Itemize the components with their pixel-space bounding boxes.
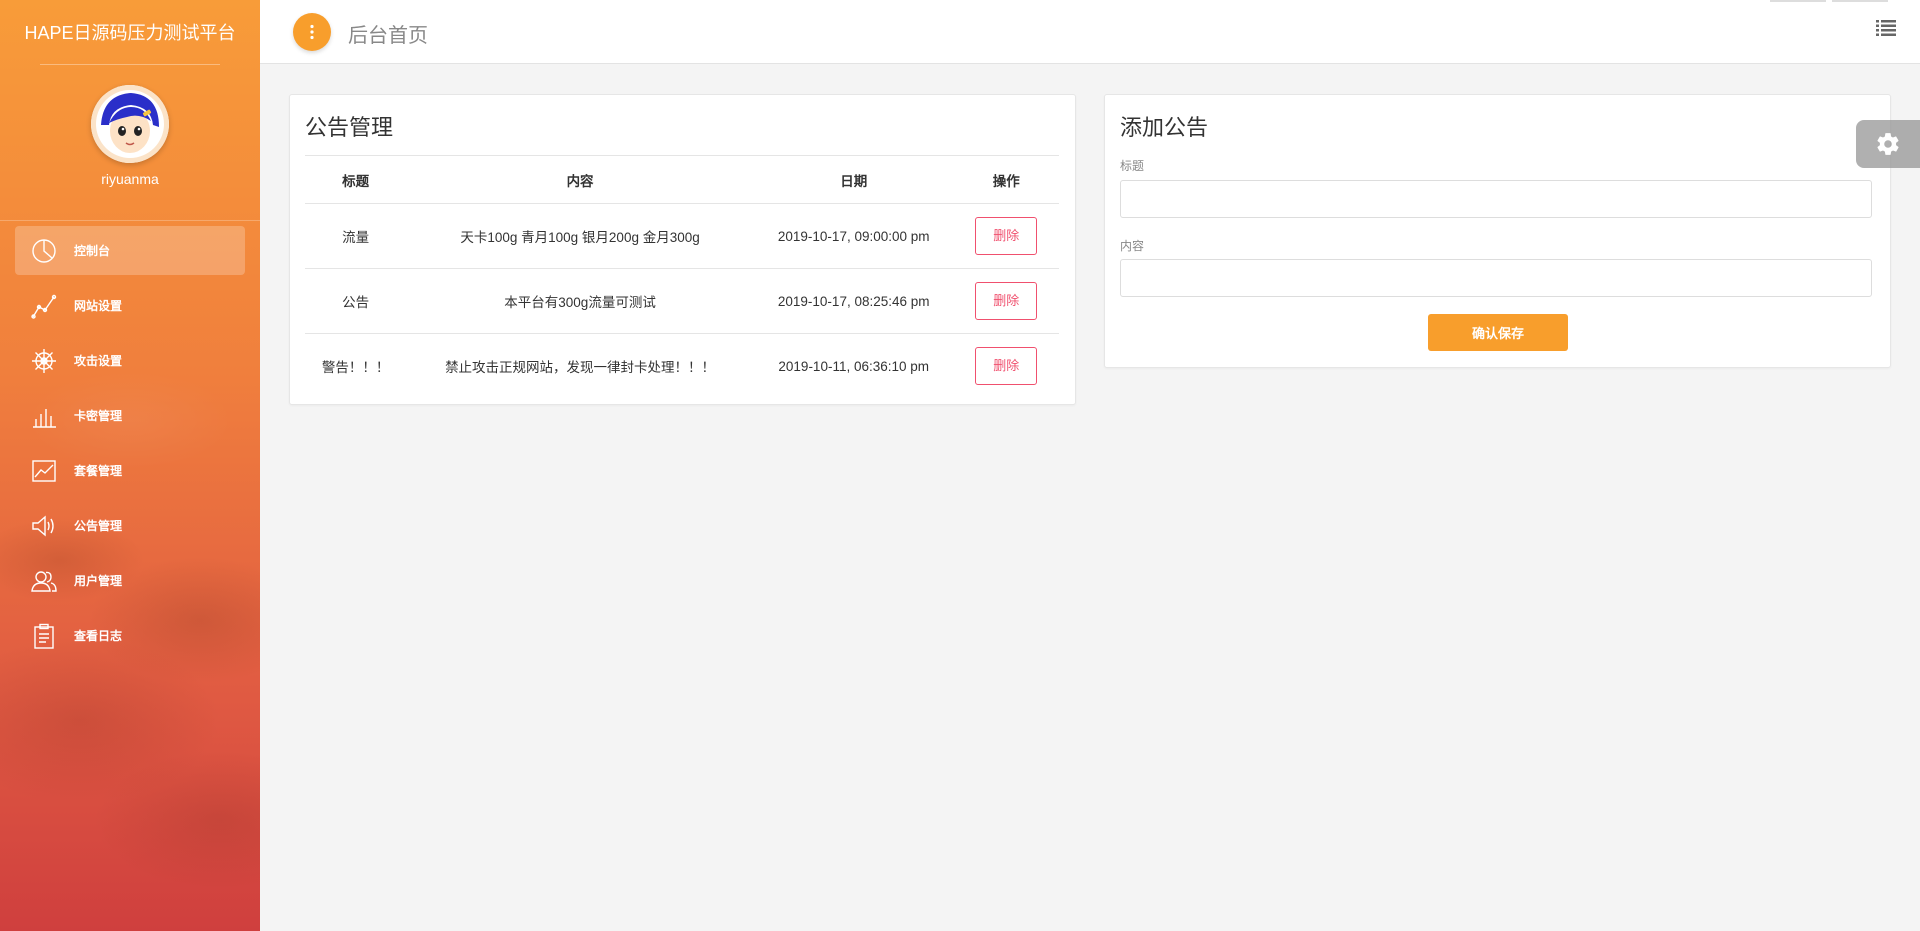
panel-title: 公告管理 — [305, 115, 394, 140]
divider — [0, 220, 260, 221]
action-cell: 删除 — [953, 268, 1059, 334]
area-chart-icon — [30, 457, 58, 485]
app-logo[interactable]: HAPE日源码压力测试平台 — [0, 0, 260, 64]
sidebar-item-notice-management[interactable]: 公告管理 — [15, 501, 245, 550]
table-header-row: 标题 内容 日期 操作 — [305, 155, 1059, 204]
column-header-title: 标题 — [305, 155, 407, 204]
sidebar-item-package-management[interactable]: 套餐管理 — [15, 446, 245, 495]
notice-table: 标题 内容 日期 操作 流量 天卡100g 青月100g 银月200g 金月30… — [305, 155, 1059, 398]
content-field-label: 内容 — [1120, 239, 1145, 253]
save-button[interactable]: 确认保存 — [1428, 314, 1568, 351]
sidebar-item-label: 查看日志 — [74, 629, 123, 643]
sidebar-item-label: 公告管理 — [74, 519, 123, 533]
bar-chart-icon — [30, 402, 58, 430]
sidebar-item-label: 用户管理 — [74, 574, 123, 588]
sidebar-item-site-settings[interactable]: 网站设置 — [15, 281, 245, 330]
action-cell: 删除 — [953, 203, 1059, 269]
sidebar-item-user-management[interactable]: 用户管理 — [15, 556, 245, 605]
add-notice-panel: 添加公告 标题 内容 确认保存 — [1104, 94, 1891, 368]
notice-content: 本平台有300g流量可测试 — [406, 268, 754, 334]
header-tab-indicator — [1770, 0, 1826, 2]
notice-content: 禁止攻击正规网站，发现一律封卡处理！！！ — [445, 360, 716, 375]
sidebar-item-label: 控制台 — [74, 244, 111, 258]
sidebar-nav: 控制台 网站设置 攻击设置 卡密管理 套餐管理 公告管理 用户管理 查看日志 — [0, 226, 260, 666]
notice-management-panel: 公告管理 标题 内容 日期 操作 流量 天卡100g 青月100g 银月200g… — [289, 94, 1076, 405]
sidebar-item-card-management[interactable]: 卡密管理 — [15, 391, 245, 440]
notice-date: 2019-10-17, 09:00:00 pm — [753, 203, 954, 269]
notice-date: 2019-10-11, 06:36:10 pm — [778, 358, 930, 374]
action-cell: 删除 — [954, 334, 1059, 399]
panel-title: 添加公告 — [1120, 115, 1209, 140]
notice-title: 警告！！！ — [321, 360, 390, 375]
delete-button[interactable]: 删除 — [975, 217, 1038, 255]
delete-button[interactable]: 删除 — [975, 347, 1038, 385]
column-header-date: 日期 — [753, 155, 954, 204]
sidebar-item-dashboard[interactable]: 控制台 — [15, 226, 245, 275]
table-row: 公告 本平台有300g流量可测试 2019-10-17, 08:25:46 pm… — [305, 268, 1059, 334]
sidebar-item-attack-settings[interactable]: 攻击设置 — [15, 336, 245, 385]
delete-button[interactable]: 删除 — [975, 282, 1038, 320]
list-icon[interactable] — [1876, 20, 1896, 41]
sidebar-item-label: 卡密管理 — [74, 409, 123, 423]
avatar[interactable] — [91, 85, 169, 163]
notice-date: 2019-10-17, 08:25:46 pm — [753, 268, 954, 334]
users-icon — [30, 567, 58, 595]
sidebar: HAPE日源码压力测试平台 riyuanma 控制台 网站设置 攻击设置 卡密管… — [0, 0, 260, 931]
notice-content: 天卡100g 青月100g 银月200g 金月300g — [406, 203, 754, 269]
menu-toggle-button[interactable] — [293, 13, 331, 51]
title-field-label: 标题 — [1120, 159, 1145, 173]
clipboard-icon — [30, 622, 58, 650]
column-header-action: 操作 — [953, 155, 1059, 204]
speaker-icon — [30, 512, 58, 540]
title-input[interactable] — [1120, 180, 1872, 218]
notice-title: 流量 — [305, 203, 407, 269]
ship-wheel-icon — [30, 347, 58, 375]
dots-vertical-icon — [310, 24, 314, 40]
gear-icon — [1877, 133, 1899, 155]
table-row: 警告！！！ 禁止攻击正规网站，发现一律封卡处理！！！ 2019-10-11, 0… — [305, 334, 1059, 399]
sidebar-item-label: 套餐管理 — [74, 464, 123, 478]
column-header-content: 内容 — [406, 155, 754, 204]
line-graph-icon — [30, 292, 58, 320]
username: riyuanma — [101, 171, 159, 187]
sidebar-item-view-logs[interactable]: 查看日志 — [15, 611, 245, 660]
sidebar-item-label: 网站设置 — [74, 299, 123, 313]
page-title: 后台首页 — [348, 25, 428, 47]
header-tab-indicator — [1832, 0, 1888, 2]
divider — [40, 64, 220, 65]
sidebar-item-label: 攻击设置 — [74, 354, 123, 368]
top-header: 后台首页 — [260, 0, 1920, 64]
settings-toggle-button[interactable] — [1856, 120, 1920, 168]
table-row: 流量 天卡100g 青月100g 银月200g 金月300g 2019-10-1… — [305, 203, 1059, 269]
content-input[interactable] — [1120, 259, 1872, 297]
pie-chart-icon — [30, 237, 58, 265]
notice-title: 公告 — [305, 268, 407, 334]
avatar-image — [91, 85, 169, 163]
